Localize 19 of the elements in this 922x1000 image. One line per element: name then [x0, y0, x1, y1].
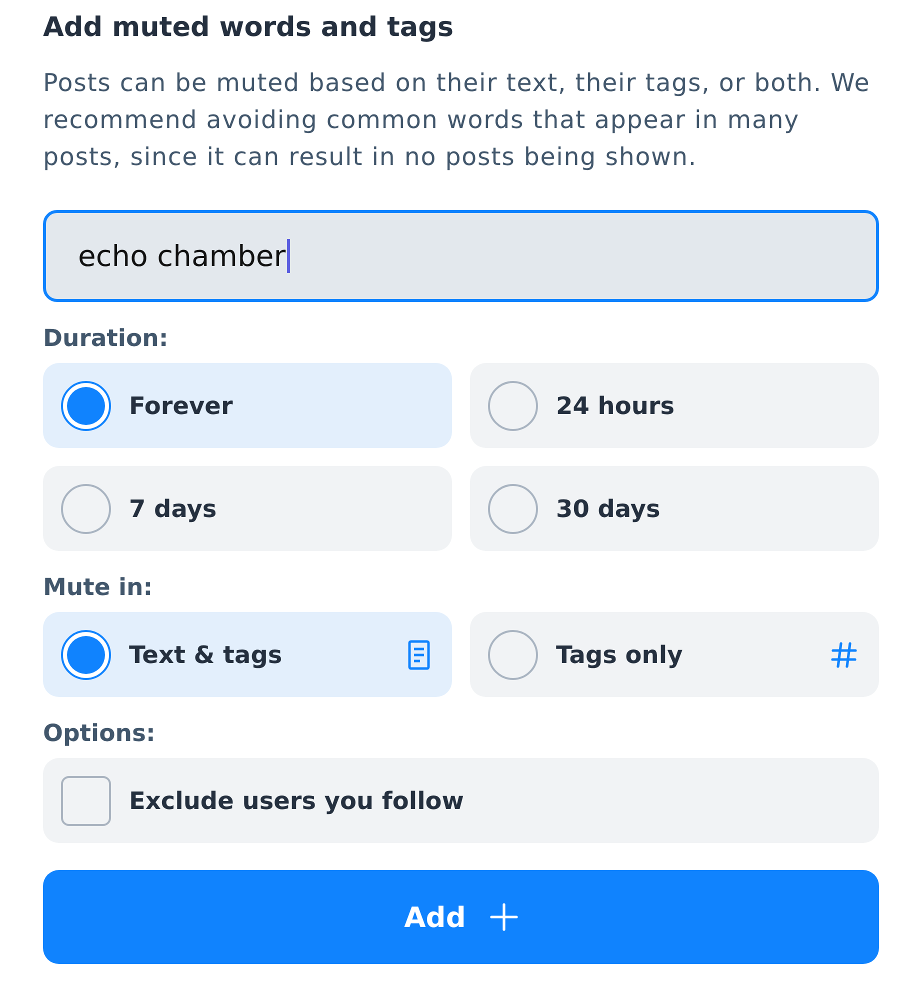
section-label: Mute in:	[43, 572, 154, 602]
duration-option[interactable]: 30 days	[470, 466, 879, 551]
section-label: Options:	[43, 718, 156, 748]
plus-icon	[490, 903, 518, 931]
mute-in-option[interactable]: Tags only	[470, 612, 879, 697]
duration-option[interactable]: 24 hours	[470, 363, 879, 448]
checkbox[interactable]	[61, 776, 111, 826]
hash-icon	[831, 642, 857, 668]
document-icon	[408, 640, 430, 670]
text-cursor-icon	[286, 239, 290, 273]
duration-option[interactable]: 7 days	[43, 466, 452, 551]
dialog-title: Add muted words and tags	[43, 11, 455, 45]
section-label: Duration:	[43, 323, 170, 353]
description-text: Posts can be muted based on their text, their tags, or both. We recommend avoiding common words that appear in many posts, since it can result in no posts being shown.	[43, 67, 872, 173]
mute-in-option[interactable]: Text & tags	[43, 612, 452, 697]
checkbox-option[interactable]: Exclude users you follow	[43, 758, 879, 843]
duration-option[interactable]: Forever	[43, 363, 452, 448]
add-button[interactable]: Add	[43, 870, 879, 964]
input-field[interactable]: echo chamber	[43, 210, 879, 302]
